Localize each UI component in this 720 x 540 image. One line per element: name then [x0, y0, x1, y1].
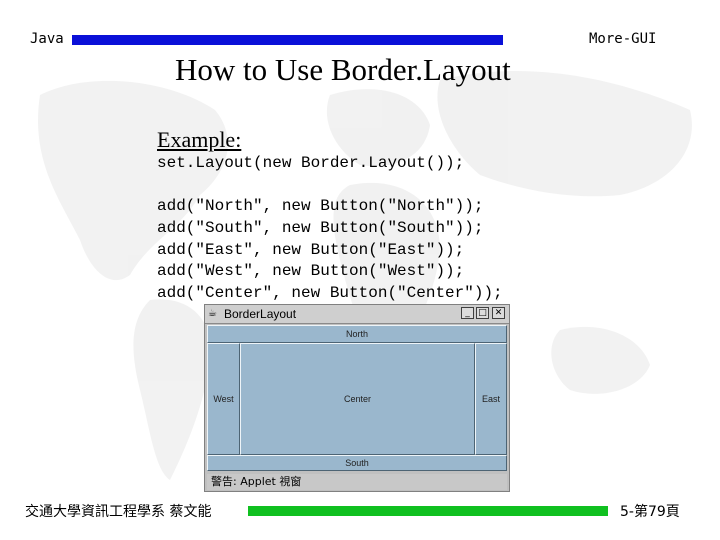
code-line: add("North", new Button("North"));	[157, 197, 484, 215]
code-line: set.Layout(new Border.Layout());	[157, 154, 465, 172]
chapter-label: More-GUI	[589, 31, 657, 47]
footer-accent-bar	[248, 506, 608, 516]
applet-warning-status: 警告: Applet 視窗	[207, 474, 507, 490]
course-label: Java	[30, 31, 64, 47]
example-heading: Example:	[157, 127, 242, 152]
java-cup-icon: ☕	[208, 308, 217, 319]
code-line: add("Center", new Button("Center"));	[157, 284, 503, 302]
close-icon[interactable]: ✕	[492, 307, 505, 319]
maximize-icon[interactable]: □	[476, 307, 489, 319]
minimize-icon[interactable]: _	[461, 307, 474, 319]
center-button[interactable]: Center	[240, 343, 475, 455]
code-line: add("South", new Button("South"));	[157, 219, 484, 237]
west-button[interactable]: West	[207, 343, 240, 455]
header-accent-bar	[72, 35, 503, 45]
page-number: 5-第79頁	[620, 504, 680, 520]
slide-title: How to Use Border.Layout	[175, 52, 511, 87]
south-button[interactable]: South	[207, 455, 507, 471]
footer-department: 交通大學資訊工程學系 蔡文能	[25, 504, 212, 520]
code-line: add("East", new Button("East"));	[157, 241, 465, 259]
east-button[interactable]: East	[475, 343, 507, 455]
window-titlebar[interactable]: ☕ BorderLayout _ □ ✕	[205, 305, 509, 324]
applet-window: ☕ BorderLayout _ □ ✕ North West Center E…	[204, 304, 510, 492]
window-title: BorderLayout	[224, 307, 297, 321]
code-line: add("West", new Button("West"));	[157, 262, 465, 280]
border-layout-panel: North West Center East South	[207, 325, 507, 471]
north-button[interactable]: North	[207, 325, 507, 343]
